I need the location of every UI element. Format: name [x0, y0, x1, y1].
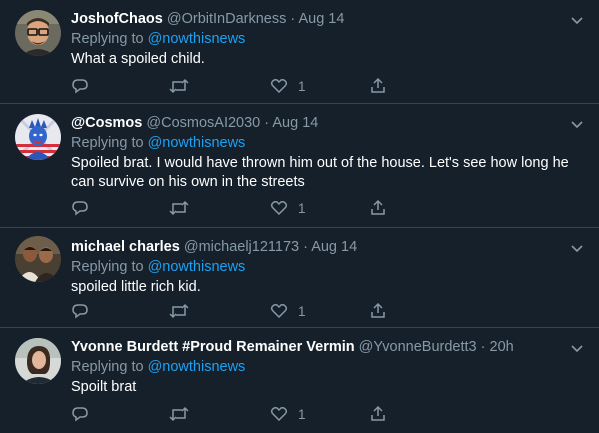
retweet-button[interactable] — [169, 301, 189, 321]
tweet-text: What a spoiled child. — [71, 51, 205, 67]
share-icon — [371, 302, 385, 318]
reply-button[interactable] — [71, 404, 89, 424]
retweet-icon — [169, 78, 189, 94]
tweet-text: Spoiled brat. I would have thrown him ou… — [71, 155, 569, 190]
retweet-button[interactable] — [169, 198, 189, 218]
tweet[interactable]: Yvonne Burdett #Proud Remainer Vermin @Y… — [0, 328, 599, 433]
retweet-icon — [169, 303, 189, 319]
user-handle[interactable]: @CosmosAI2030 — [146, 115, 260, 131]
tweet-actions: 1 — [71, 198, 401, 218]
replying-prefix: Replying to — [71, 359, 144, 375]
timestamp[interactable]: 20h — [490, 339, 514, 355]
replying-to: Replying to @nowthisnews — [71, 358, 245, 376]
retweet-icon — [169, 406, 189, 422]
user-handle[interactable]: @YvonneBurdett3 — [359, 339, 477, 355]
like-button[interactable]: 1 — [270, 301, 306, 321]
separator-dot: · — [303, 239, 308, 255]
tweet-text: spoiled little rich kid. — [71, 279, 201, 295]
tweet-actions: 1 — [71, 404, 401, 424]
replying-prefix: Replying to — [71, 259, 144, 275]
replying-to-link[interactable]: @nowthisnews — [148, 259, 246, 275]
like-count: 1 — [298, 406, 306, 422]
tweet[interactable]: JoshofChaos @OrbitInDarkness · Aug 14 Re… — [0, 0, 599, 104]
retweet-icon — [169, 200, 189, 216]
user-handle[interactable]: @OrbitInDarkness — [167, 11, 286, 27]
separator-dot: · — [290, 11, 296, 27]
avatar-man-glasses-icon — [15, 10, 61, 56]
like-count: 1 — [298, 200, 306, 216]
replying-to: Replying to @nowthisnews — [71, 134, 245, 152]
tweet-header: @Cosmos @CosmosAI2030 · Aug 14 — [71, 114, 559, 132]
retweet-button[interactable] — [169, 76, 189, 96]
display-name[interactable]: michael charles — [71, 239, 180, 255]
heart-icon — [270, 304, 288, 319]
replying-to-link[interactable]: @nowthisnews — [148, 359, 246, 375]
avatar[interactable] — [15, 338, 61, 384]
separator-dot: · — [264, 115, 270, 131]
timestamp[interactable]: Aug 14 — [272, 115, 318, 131]
like-button[interactable]: 1 — [270, 404, 306, 424]
tweet-actions: 1 — [71, 76, 401, 96]
avatar-statue-of-liberty-icon — [15, 114, 61, 160]
avatar-woman-icon — [15, 338, 61, 384]
reply-icon — [72, 304, 88, 319]
tweet[interactable]: @Cosmos @CosmosAI2030 · Aug 14 Replying … — [0, 104, 599, 228]
like-button[interactable]: 1 — [270, 198, 306, 218]
reply-button[interactable] — [71, 301, 89, 321]
replying-to-link[interactable]: @nowthisnews — [148, 31, 246, 47]
chevron-down-icon[interactable] — [569, 240, 585, 256]
like-count: 1 — [298, 303, 306, 319]
share-button[interactable] — [369, 301, 387, 321]
display-name[interactable]: Yvonne Burdett #Proud Remainer Vermin — [71, 339, 355, 355]
reply-icon — [72, 201, 88, 216]
replying-to: Replying to @nowthisnews — [71, 30, 245, 48]
timestamp[interactable]: Aug 14 — [298, 11, 344, 27]
like-count: 1 — [298, 78, 306, 94]
avatar[interactable] — [15, 236, 61, 282]
replying-to-link[interactable]: @nowthisnews — [148, 135, 246, 151]
chevron-down-icon[interactable] — [569, 116, 585, 132]
share-icon — [371, 405, 385, 421]
timestamp[interactable]: Aug 14 — [311, 239, 357, 255]
retweet-button[interactable] — [169, 404, 189, 424]
tweet[interactable]: michael charles @michaelj121173 · Aug 14… — [0, 228, 599, 328]
reply-button[interactable] — [71, 76, 89, 96]
tweet-actions: 1 — [71, 301, 401, 321]
replying-prefix: Replying to — [71, 135, 144, 151]
replying-prefix: Replying to — [71, 31, 144, 47]
replying-to: Replying to @nowthisnews — [71, 258, 245, 276]
share-button[interactable] — [369, 404, 387, 424]
separator-dot: · — [480, 339, 486, 355]
share-button[interactable] — [369, 198, 387, 218]
heart-icon — [270, 407, 288, 422]
tweet-text: Spoilt brat — [71, 379, 137, 395]
chevron-down-icon[interactable] — [569, 12, 585, 28]
avatar[interactable] — [15, 10, 61, 56]
share-icon — [371, 199, 385, 215]
avatar[interactable] — [15, 114, 61, 160]
share-button[interactable] — [369, 76, 387, 96]
tweet-header: michael charles @michaelj121173 · Aug 14 — [71, 238, 559, 256]
heart-icon — [270, 201, 288, 216]
tweet-header: Yvonne Burdett #Proud Remainer Vermin @Y… — [71, 338, 559, 356]
reply-icon — [72, 407, 88, 422]
like-button[interactable]: 1 — [270, 76, 306, 96]
user-handle[interactable]: @michaelj121173 — [184, 239, 299, 255]
chevron-down-icon[interactable] — [569, 340, 585, 356]
reply-button[interactable] — [71, 198, 89, 218]
heart-icon — [270, 79, 288, 94]
tweet-feed: JoshofChaos @OrbitInDarkness · Aug 14 Re… — [0, 0, 599, 433]
display-name[interactable]: @Cosmos — [71, 115, 142, 131]
share-icon — [371, 77, 385, 93]
display-name[interactable]: JoshofChaos — [71, 11, 163, 27]
tweet-header: JoshofChaos @OrbitInDarkness · Aug 14 — [71, 10, 559, 28]
avatar-two-people-icon — [15, 236, 61, 282]
reply-icon — [72, 79, 88, 94]
